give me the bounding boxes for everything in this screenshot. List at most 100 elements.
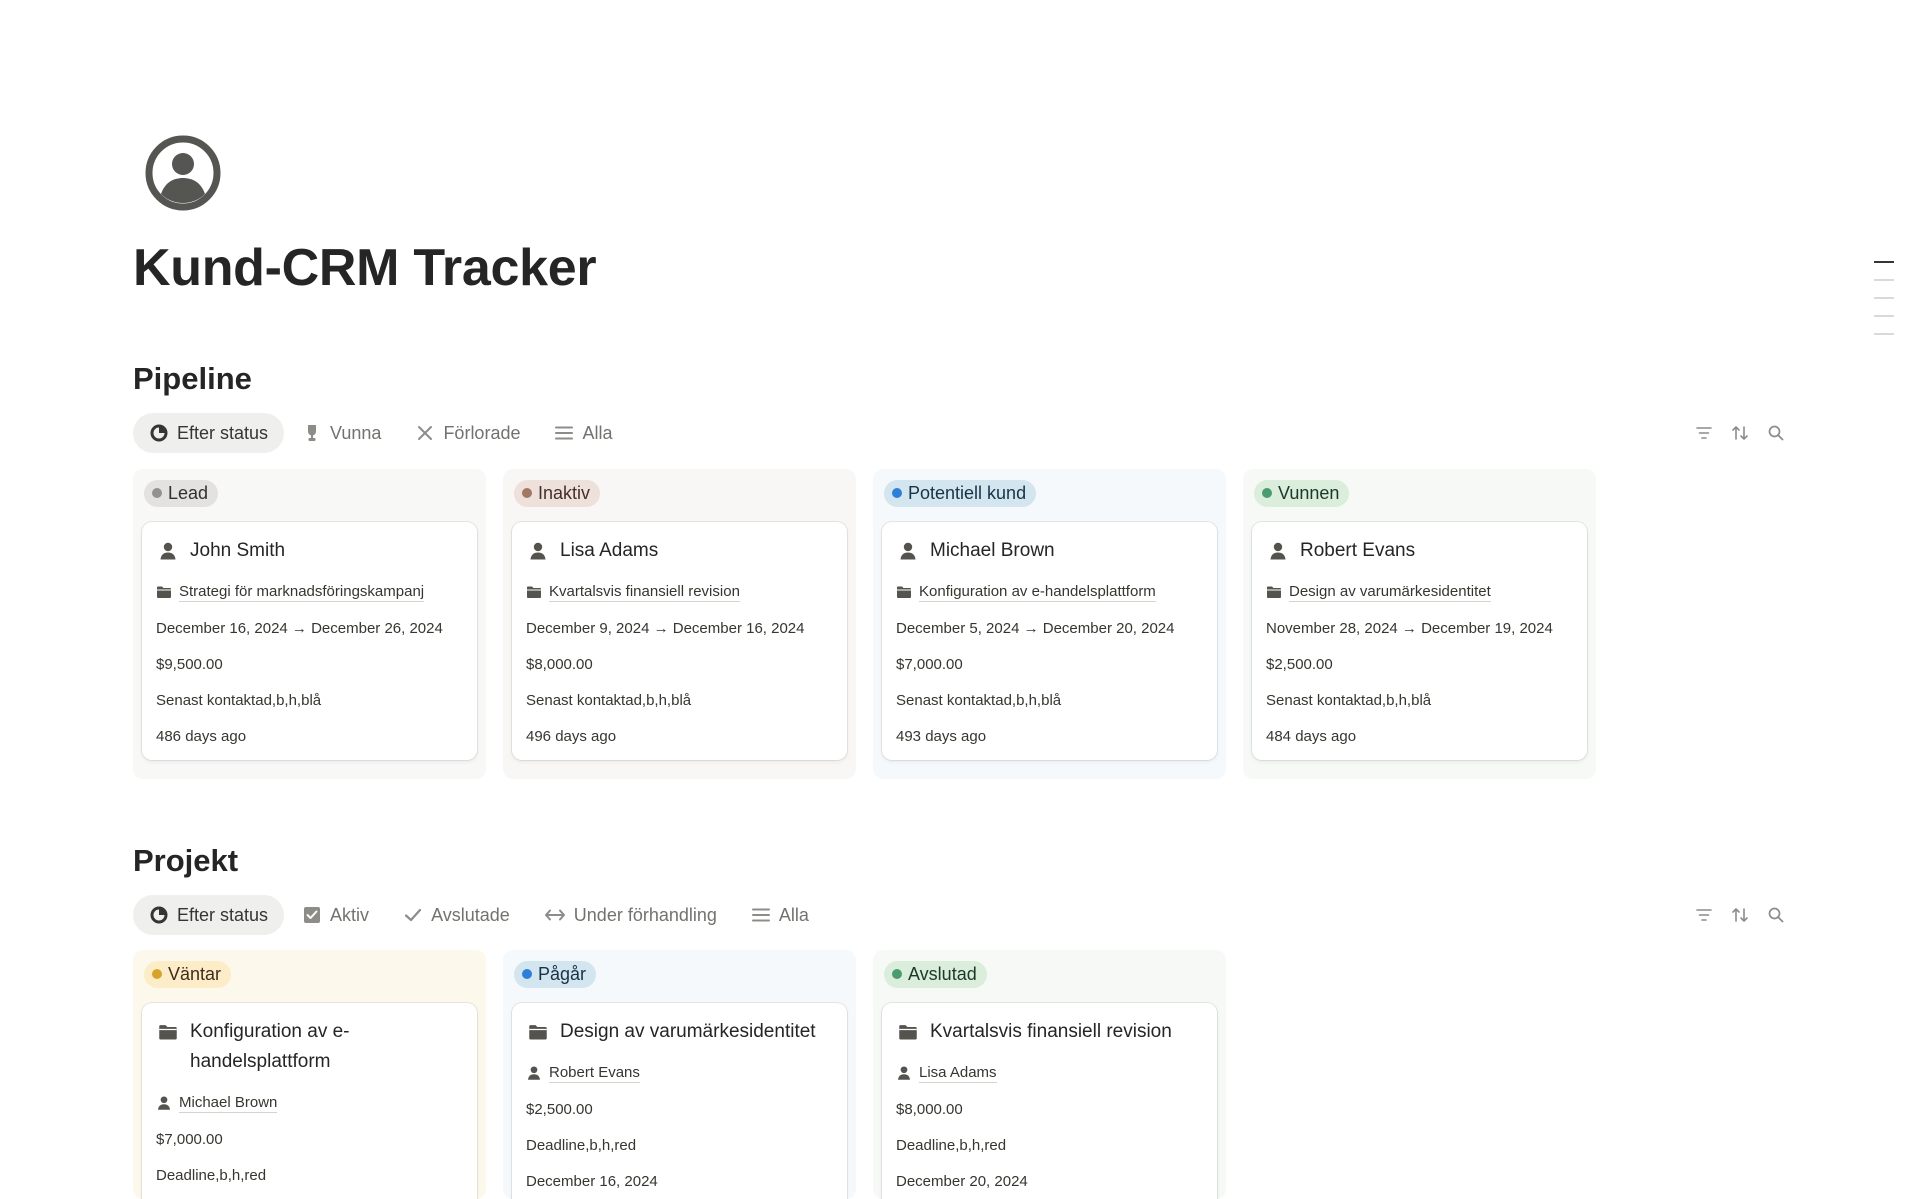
board-column-lead: Lead John Smith Strategi för marknadsför… [133,469,486,779]
search-button[interactable] [1758,415,1794,451]
project-link[interactable]: Kvartalsvis finansiell revision [549,583,740,602]
card-age: 496 days ago [526,727,617,745]
tab-label: Förlorade [443,422,521,443]
table-of-contents[interactable] [1874,261,1894,351]
page-title: Kund-CRM Tracker [133,239,597,297]
toc-line[interactable] [1874,315,1894,317]
card-client[interactable]: Robert Evans [526,1055,833,1091]
client-link[interactable]: Robert Evans [549,1064,640,1083]
toc-line[interactable] [1874,297,1894,299]
card-note: Deadline,b,h,red [156,1166,267,1184]
card-name: Lisa Adams [560,540,659,561]
search-button[interactable] [1758,897,1794,933]
tab-label: Efter status [177,904,269,925]
tab-efter-status[interactable]: Efter status [133,413,285,453]
toc-line[interactable] [1874,333,1894,335]
folder-icon [159,1025,177,1040]
user-circle-icon[interactable] [145,135,221,211]
pipeline-toolbar [1686,413,1794,453]
tab-label: Efter status [177,422,269,443]
card-value: $7,000.00 [156,1130,223,1148]
card-project[interactable]: Design av varumärkesidentitet [1266,574,1573,610]
project-link[interactable]: Strategi för marknadsföringskampanj [179,583,425,602]
board-card[interactable]: Michael Brown Konfiguration av e-handels… [882,522,1217,760]
card-name: Robert Evans [1300,540,1416,561]
search-icon [1768,907,1784,923]
projekt-toolbar [1686,895,1794,935]
card-title: Michael Brown [896,536,1203,566]
tab-vunna[interactable]: Vunna [286,413,397,453]
column-header[interactable]: Avslutad [882,960,1217,988]
filter-icon [1696,909,1712,921]
toc-line[interactable] [1874,279,1894,281]
card-age: 486 days ago [156,727,247,745]
column-header[interactable]: Inaktiv [512,479,847,507]
project-link[interactable]: Design av varumärkesidentitet [1289,583,1491,602]
filter-button[interactable] [1686,415,1722,451]
section-title-pipeline: Pipeline [133,361,252,396]
status-dot [1262,488,1272,498]
client-link[interactable]: Lisa Adams [919,1064,997,1083]
card-project[interactable]: Strategi för marknadsföringskampanj [156,574,463,610]
project-link[interactable]: Konfiguration av e-handelsplattform [919,583,1156,602]
board-card[interactable]: Kvartalsvis finansiell revision Lisa Ada… [882,1003,1217,1199]
tab-alla[interactable]: Alla [538,413,628,453]
board-card[interactable]: Design av varumärkesidentitet Robert Eva… [512,1003,847,1199]
projekt-view-tabs: Efter status Aktiv Avslutade Under förha… [133,895,827,935]
card-note: Senast kontaktad,b,h,blå [526,691,692,709]
board-column-pagar: Pågår Design av varumärkesidentitet Robe… [503,950,856,1199]
tab-avslutade[interactable]: Avslutade [387,895,526,935]
tab-label: Aktiv [330,904,370,925]
column-header[interactable]: Pågår [512,960,847,988]
card-title: Konfiguration av e-handelsplattform [156,1017,463,1077]
card-client[interactable]: Michael Brown [156,1085,463,1121]
card-age: 493 days ago [896,727,987,745]
filter-button[interactable] [1686,897,1722,933]
card-title: Robert Evans [1266,536,1573,566]
board-card[interactable]: John Smith Strategi för marknadsföringsk… [142,522,477,760]
person-icon [1270,542,1286,560]
tab-forlorade[interactable]: Förlorade [399,413,536,453]
status-tag: Pågår [514,960,597,988]
card-project[interactable]: Kvartalsvis finansiell revision [526,574,833,610]
column-header[interactable]: Vunnen [1252,479,1587,507]
board-card[interactable]: Konfiguration av e-handelsplattform Mich… [142,1003,477,1199]
status-tag: Lead [144,479,219,507]
column-header[interactable]: Lead [142,479,477,507]
tab-under-forhandling[interactable]: Under förhandling [528,895,733,935]
projekt-board: Väntar Konfiguration av e-handelsplattfo… [133,950,1243,1199]
card-dates: November 28, 2024 → December 19, 2024 [1266,619,1553,637]
status-label: Avslutad [908,963,977,984]
card-name: Design av varumärkesidentitet [560,1021,816,1042]
client-link[interactable]: Michael Brown [179,1094,278,1113]
status-tag: Väntar [144,960,232,988]
board-card[interactable]: Robert Evans Design av varumärkesidentit… [1252,522,1587,760]
card-note: Deadline,b,h,red [896,1136,1007,1154]
status-label: Pågår [538,963,587,984]
tab-aktiv[interactable]: Aktiv [286,895,385,935]
check-icon [404,908,422,922]
status-tag: Vunnen [1254,479,1350,507]
tab-efter-status[interactable]: Efter status [133,895,285,935]
status-dot [522,488,532,498]
card-dates: December 5, 2024 → December 20, 2024 [896,619,1175,637]
sort-button[interactable] [1722,415,1758,451]
card-project[interactable]: Konfiguration av e-handelsplattform [896,574,1203,610]
card-dates: December 9, 2024 → December 16, 2024 [526,619,805,637]
card-date: December 20, 2024 [896,1172,1028,1190]
column-header[interactable]: Potentiell kund [882,479,1217,507]
toc-line[interactable] [1874,261,1894,263]
sort-button[interactable] [1722,897,1758,933]
column-header[interactable]: Väntar [142,960,477,988]
status-label: Vunnen [1278,482,1340,503]
tab-label: Alla [778,904,809,925]
card-name: Kvartalsvis finansiell revision [930,1021,1172,1042]
board-icon [150,424,168,442]
board-column-vantar: Väntar Konfiguration av e-handelsplattfo… [133,950,486,1199]
tab-alla[interactable]: Alla [735,895,825,935]
card-client[interactable]: Lisa Adams [896,1055,1203,1091]
trophy-icon [308,425,317,441]
folder-icon [157,586,171,598]
status-dot [152,969,162,979]
board-card[interactable]: Lisa Adams Kvartalsvis finansiell revisi… [512,522,847,760]
